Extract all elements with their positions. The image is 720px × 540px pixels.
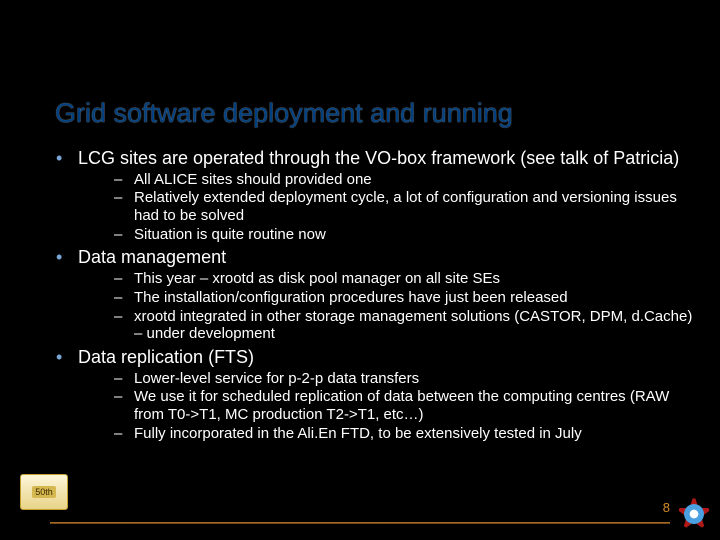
- sub-item: We use it for scheduled replication of d…: [78, 388, 695, 423]
- sub-item: xrootd integrated in other storage manag…: [78, 308, 695, 343]
- alice-logo: [674, 494, 714, 534]
- sub-list: This year – xrootd as disk pool manager …: [78, 270, 695, 343]
- sub-item: Lower-level service for p-2-p data trans…: [78, 370, 695, 388]
- anniversary-logo: 50th: [20, 474, 68, 510]
- sub-item: This year – xrootd as disk pool manager …: [78, 270, 695, 288]
- footer-divider: [50, 522, 670, 524]
- bullet-text: Data replication (FTS): [78, 347, 254, 367]
- sub-item: Relatively extended deployment cycle, a …: [78, 189, 695, 224]
- sub-list: All ALICE sites should provided one Rela…: [78, 171, 695, 244]
- slide-title: Grid software deployment and running: [55, 98, 690, 129]
- sub-item: All ALICE sites should provided one: [78, 171, 695, 189]
- bullet-list: LCG sites are operated through the VO-bo…: [50, 148, 695, 442]
- globe-icon: [684, 504, 704, 524]
- sub-list: Lower-level service for p-2-p data trans…: [78, 370, 695, 443]
- bullet-text: Data management: [78, 247, 226, 267]
- sub-item: Situation is quite routine now: [78, 226, 695, 244]
- sub-item: Fully incorporated in the Ali.En FTD, to…: [78, 425, 695, 443]
- sub-item: The installation/configuration procedure…: [78, 289, 695, 307]
- bullet-item: Data management This year – xrootd as di…: [50, 247, 695, 342]
- slide-body: LCG sites are operated through the VO-bo…: [50, 148, 695, 446]
- anniversary-label: 50th: [32, 486, 56, 498]
- page-number: 8: [663, 500, 670, 515]
- bullet-item: LCG sites are operated through the VO-bo…: [50, 148, 695, 243]
- slide: Grid software deployment and running LCG…: [0, 0, 720, 540]
- bullet-item: Data replication (FTS) Lower-level servi…: [50, 347, 695, 442]
- bullet-text: LCG sites are operated through the VO-bo…: [78, 148, 679, 168]
